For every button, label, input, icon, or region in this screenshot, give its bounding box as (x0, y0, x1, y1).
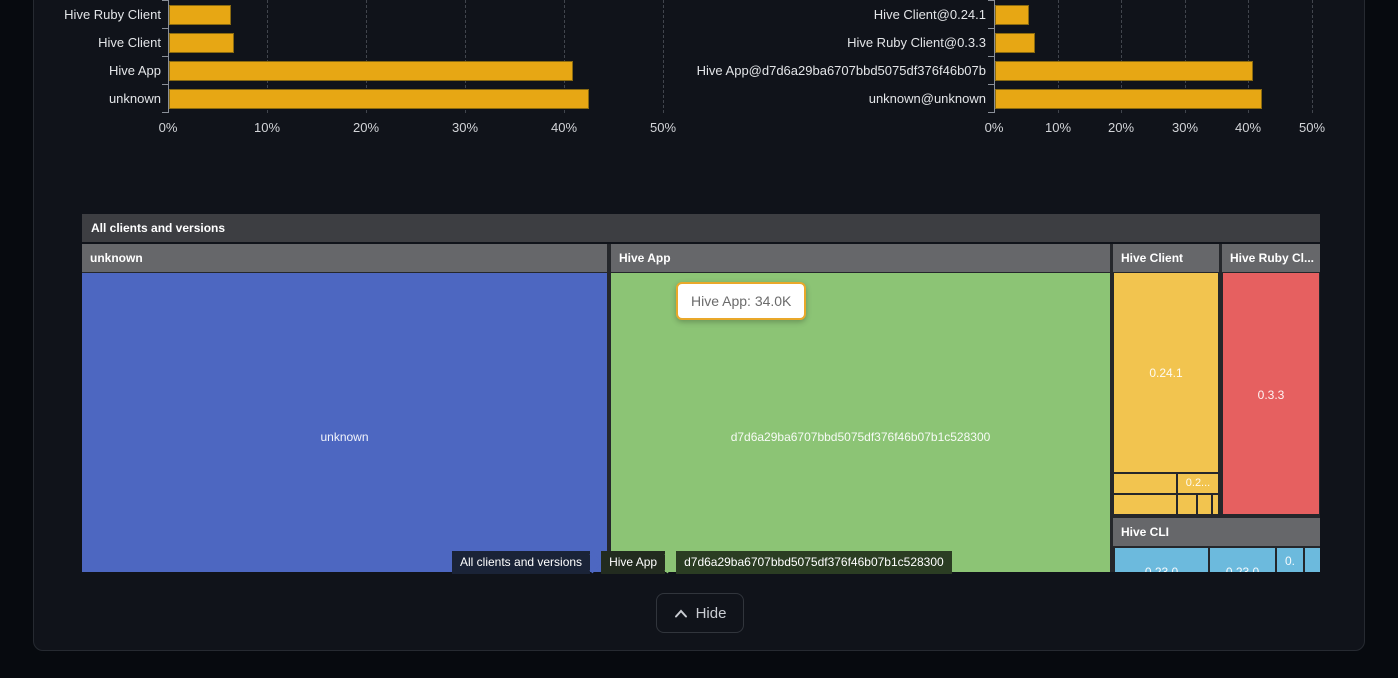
treemap-cell-label: 0.24.1 (1114, 366, 1218, 380)
bar-hive-ruby-client[interactable] (169, 5, 231, 25)
x-tick-label: 0% (146, 120, 190, 135)
axis-tick (988, 84, 994, 85)
treemap-cell-label: 0.23.0 (1210, 565, 1275, 572)
bar-hive-app-hash[interactable] (995, 61, 1253, 81)
axis-tick (988, 0, 994, 1)
axis-tick (162, 112, 168, 113)
bar-hive-app[interactable] (169, 61, 573, 81)
treemap-section-header-hive-ruby-client[interactable]: Hive Ruby Cl... (1222, 244, 1320, 272)
treemap-cell-0-2-ellipsis[interactable]: 0.2... (1178, 474, 1218, 493)
treemap-cell-label: 0.3.3 (1223, 388, 1319, 402)
treemap-cell-0-23-0[interactable]: 0.23.0 (1210, 548, 1275, 572)
bar-unknown-unknown[interactable] (995, 89, 1262, 109)
x-tick-label: 20% (344, 120, 388, 135)
category-label: unknown@unknown (600, 91, 986, 107)
treemap-cell-label: 0.2... (1178, 477, 1218, 489)
x-tick-label: 20% (1099, 120, 1143, 135)
treemap-cell-small[interactable] (1305, 548, 1320, 572)
breadcrumb-item-hash[interactable]: d7d6a29ba6707bbd5075df376f46b07b1c528300 (676, 551, 952, 574)
treemap-root-header[interactable]: All clients and versions (82, 214, 1320, 242)
category-label: Hive App (20, 63, 161, 79)
bar-hive-client-0241[interactable] (995, 5, 1029, 25)
treemap-cell-label: 0. (1277, 554, 1303, 568)
treemap-cell-0-23-0[interactable]: 0.23.0 (1115, 548, 1208, 572)
treemap-cell-small[interactable] (1198, 495, 1211, 514)
treemap-section-header-hive-client[interactable]: Hive Client (1113, 244, 1219, 272)
treemap-cell-0-dot[interactable]: 0. (1277, 548, 1303, 572)
category-label: Hive Client (20, 35, 161, 51)
x-tick-label: 50% (1290, 120, 1334, 135)
axis-tick (162, 28, 168, 29)
treemap-cell-0-24-1[interactable]: 0.24.1 (1114, 273, 1218, 472)
axis-tick (988, 56, 994, 57)
treemap-section-header-hive-app[interactable]: Hive App (611, 244, 1110, 272)
x-tick-label: 10% (245, 120, 289, 135)
dashboard-page: Hive Ruby Client Hive Client Hive App un… (0, 0, 1398, 678)
axis-tick (162, 0, 168, 1)
axis-tick (988, 28, 994, 29)
x-tick-label: 0% (972, 120, 1016, 135)
breadcrumb-item-root[interactable]: All clients and versions (452, 551, 590, 574)
gridline (1312, 0, 1313, 113)
treemap-cell-0-3-3[interactable]: 0.3.3 (1223, 273, 1319, 514)
axis-tick (988, 112, 994, 113)
chart-tooltip: Hive App: 34.0K (676, 282, 806, 320)
category-label: unknown (20, 91, 161, 107)
bar-hive-client[interactable] (169, 33, 234, 53)
treemap-cell-label: 0.23.0 (1115, 565, 1208, 572)
axis-tick (162, 56, 168, 57)
x-tick-label: 40% (1226, 120, 1270, 135)
x-tick-label: 50% (641, 120, 685, 135)
treemap-cell-small[interactable] (1213, 495, 1218, 514)
treemap-cell-small[interactable] (1178, 495, 1196, 514)
hide-button[interactable]: Hide (656, 593, 744, 633)
treemap-cell-label: unknown (82, 430, 607, 444)
category-label: Hive Ruby Client@0.3.3 (600, 35, 986, 51)
bar-hive-ruby-033[interactable] (995, 33, 1035, 53)
treemap-cell-label: d7d6a29ba6707bbd5075df376f46b07b1c528300 (611, 430, 1110, 444)
hide-button-label: Hide (696, 605, 727, 622)
category-label: Hive Ruby Client (20, 7, 161, 23)
treemap-cell-unknown[interactable]: unknown (82, 273, 607, 572)
breadcrumb-item-hive-app[interactable]: Hive App (601, 551, 665, 574)
treemap-section-header-unknown[interactable]: unknown (82, 244, 607, 272)
x-tick-label: 10% (1036, 120, 1080, 135)
treemap-section-header-hive-cli[interactable]: Hive CLI (1113, 518, 1320, 546)
treemap-cell-small[interactable] (1114, 495, 1176, 514)
treemap-breadcrumb: All clients and versions Hive App d7d6a2… (452, 551, 952, 574)
bar-unknown[interactable] (169, 89, 589, 109)
treemap-cell-small[interactable] (1114, 474, 1176, 493)
x-tick-label: 30% (443, 120, 487, 135)
x-tick-label: 40% (542, 120, 586, 135)
category-label: Hive App@d7d6a29ba6707bbd5075df376f46b07… (600, 63, 986, 79)
axis-tick (162, 84, 168, 85)
x-tick-label: 30% (1163, 120, 1207, 135)
tooltip-text: Hive App: 34.0K (691, 293, 791, 309)
chevron-up-icon (674, 609, 688, 618)
category-label: Hive Client@0.24.1 (600, 7, 986, 23)
